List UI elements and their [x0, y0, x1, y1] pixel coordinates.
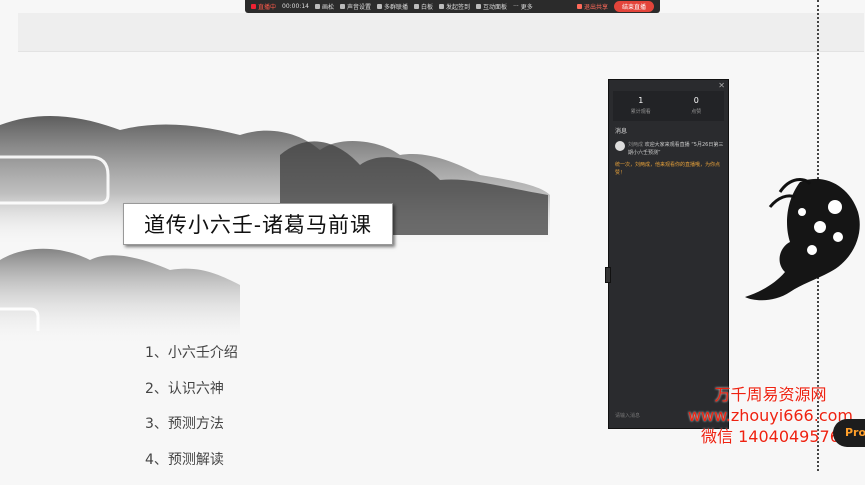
stat-label: 点赞 — [669, 108, 725, 115]
toolbar-item-interact[interactable]: 互动面板 — [476, 2, 507, 11]
lesson-item: 4、预测解读 — [145, 450, 238, 485]
lesson-item: 3、预测方法 — [145, 414, 238, 450]
watermark-line: 微信 1404049576 — [688, 426, 853, 447]
pro-badge[interactable]: Pro — [833, 419, 865, 447]
location-icon — [439, 4, 444, 9]
camera-icon — [315, 4, 320, 9]
toolbar-item-more[interactable]: ···更多 — [513, 2, 533, 11]
system-notice: 统一次，刘两成，他来观看你的直播哦，为你点赞！ — [615, 161, 723, 177]
message-sender: 刘两成 — [628, 142, 643, 148]
stat-likes: 0 点赞 — [669, 91, 725, 121]
whiteboard-icon — [414, 4, 419, 9]
slide-header-band — [18, 13, 864, 52]
live-status: 直播中 — [251, 2, 276, 11]
users-icon — [377, 4, 382, 9]
lesson-item: 1、小六壬介绍 — [145, 343, 238, 379]
microphone-icon — [340, 4, 345, 9]
stat-value: 1 — [613, 96, 669, 105]
chat-icon — [476, 4, 481, 9]
messages-title: 消息 — [615, 126, 627, 135]
lesson-list: 1、小六壬介绍 2、认识六神 3、预测方法 4、预测解读 — [145, 343, 238, 485]
live-label: 直播中 — [258, 2, 276, 11]
end-live-button[interactable]: 结束直播 — [614, 1, 654, 12]
exit-icon — [577, 4, 582, 9]
stat-label: 累计观看 — [613, 108, 669, 115]
panel-collapse-handle[interactable] — [605, 267, 611, 283]
watermark: 万千周易资源网 www.zhouyi666.com 微信 1404049576 — [688, 384, 853, 447]
watermark-line: www.zhouyi666.com — [688, 405, 853, 426]
stat-value: 0 — [669, 96, 725, 105]
watermark-line: 万千周易资源网 — [688, 384, 853, 405]
course-title: 道传小六壬-诸葛马前课 — [123, 203, 393, 245]
live-timer: 00:00:14 — [282, 3, 309, 10]
close-icon[interactable]: ✕ — [718, 81, 725, 90]
live-icon — [251, 4, 256, 9]
more-icon: ··· — [513, 3, 519, 10]
toolbar-item-multicast[interactable]: 多群联播 — [377, 2, 408, 11]
avatar — [615, 141, 625, 151]
toolbar-item-camera[interactable]: 画松 — [315, 2, 334, 11]
toolbar-item-audio[interactable]: 声音设置 — [340, 2, 371, 11]
stat-views: 1 累计观看 — [613, 91, 669, 121]
toolbar-item-checkin[interactable]: 发起签到 — [439, 2, 470, 11]
live-chat-panel: ✕ 1 累计观看 0 点赞 消息 刘两成 欢迎大家来观看直播 “5月26日第三期… — [608, 79, 729, 429]
exit-share-button[interactable]: 退出共享 — [577, 2, 608, 11]
message-text: 欢迎大家来观看直播 “5月26日第三期小六壬预测” — [628, 142, 723, 156]
chat-message: 刘两成 欢迎大家来观看直播 “5月26日第三期小六壬预测” — [615, 141, 725, 157]
live-toolbar: 直播中 00:00:14 画松 声音设置 多群联播 白板 发起签到 互动面板 ·… — [245, 0, 660, 13]
message-input[interactable]: 请输入消息 — [615, 412, 640, 419]
toolbar-item-whiteboard[interactable]: 白板 — [414, 2, 433, 11]
koi-fish-illustration — [740, 172, 865, 307]
lesson-item: 2、认识六神 — [145, 379, 238, 415]
stats-bar: 1 累计观看 0 点赞 — [613, 91, 724, 121]
